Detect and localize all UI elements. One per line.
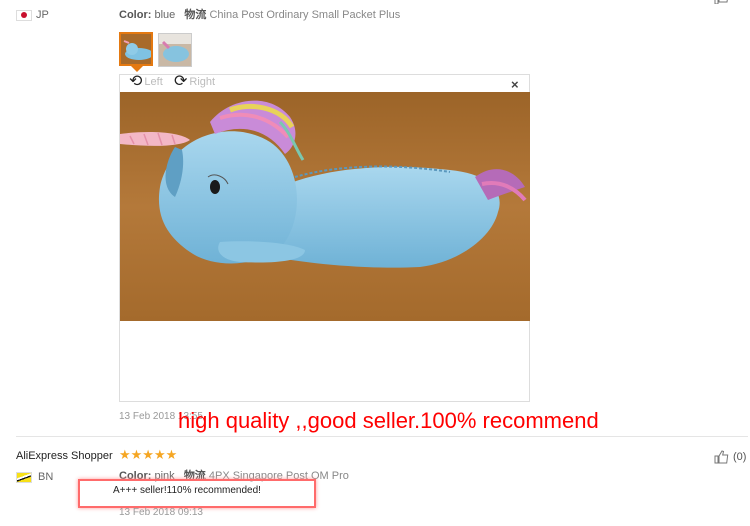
review-divider [16, 436, 748, 437]
rotate-right-icon: ⟳ [174, 73, 188, 90]
rotate-left-icon: ⟲ [129, 73, 143, 90]
star-rating: ★★★★★ [119, 447, 178, 462]
review-photo-large [120, 92, 530, 321]
thumbs-up-icon [714, 450, 729, 464]
japan-flag-icon [16, 9, 32, 21]
color-label: Color: [119, 9, 152, 21]
shipping-value: China Post Ordinary Small Packet Plus [209, 9, 401, 21]
helpful-button[interactable]: (0) [714, 450, 746, 464]
reviewer-country: BN [16, 471, 53, 483]
brunei-flag-icon [16, 471, 32, 483]
feedback-text: A+++ seller!110% recommended! [113, 485, 261, 496]
rotate-right-label: Right [189, 76, 216, 88]
rotate-left-button[interactable]: ⟲ Left [129, 73, 163, 90]
unicorn-plush-image [120, 92, 530, 321]
rotate-left-label: Left [144, 76, 163, 88]
reviewer-name: AliExpress Shopper [16, 450, 113, 462]
close-viewer-button[interactable]: × [511, 77, 519, 92]
color-value: blue [154, 9, 176, 21]
review-date: 13 Feb 2018 09:13 [119, 507, 203, 518]
reviewer-country: JP [16, 9, 49, 21]
review-photo-thumbnail-2[interactable] [158, 33, 192, 67]
thumbs-up-icon[interactable] [714, 0, 730, 7]
country-code: JP [36, 9, 49, 21]
country-code: BN [38, 471, 54, 483]
review-meta: Color: blue 物流 China Post Ordinary Small… [119, 6, 400, 22]
rotate-right-button[interactable]: ⟳ Right [174, 73, 216, 90]
selected-thumbnail-caret [131, 66, 143, 72]
helpful-count: (0) [733, 451, 747, 463]
review-photo-thumbnail-1[interactable] [119, 32, 153, 66]
overlay-caption: high quality ,,good seller.100% recommen… [178, 408, 599, 433]
shipping-label: 物流 [184, 9, 207, 21]
feedback-highlight: A+++ seller!110% recommended! [78, 479, 316, 508]
